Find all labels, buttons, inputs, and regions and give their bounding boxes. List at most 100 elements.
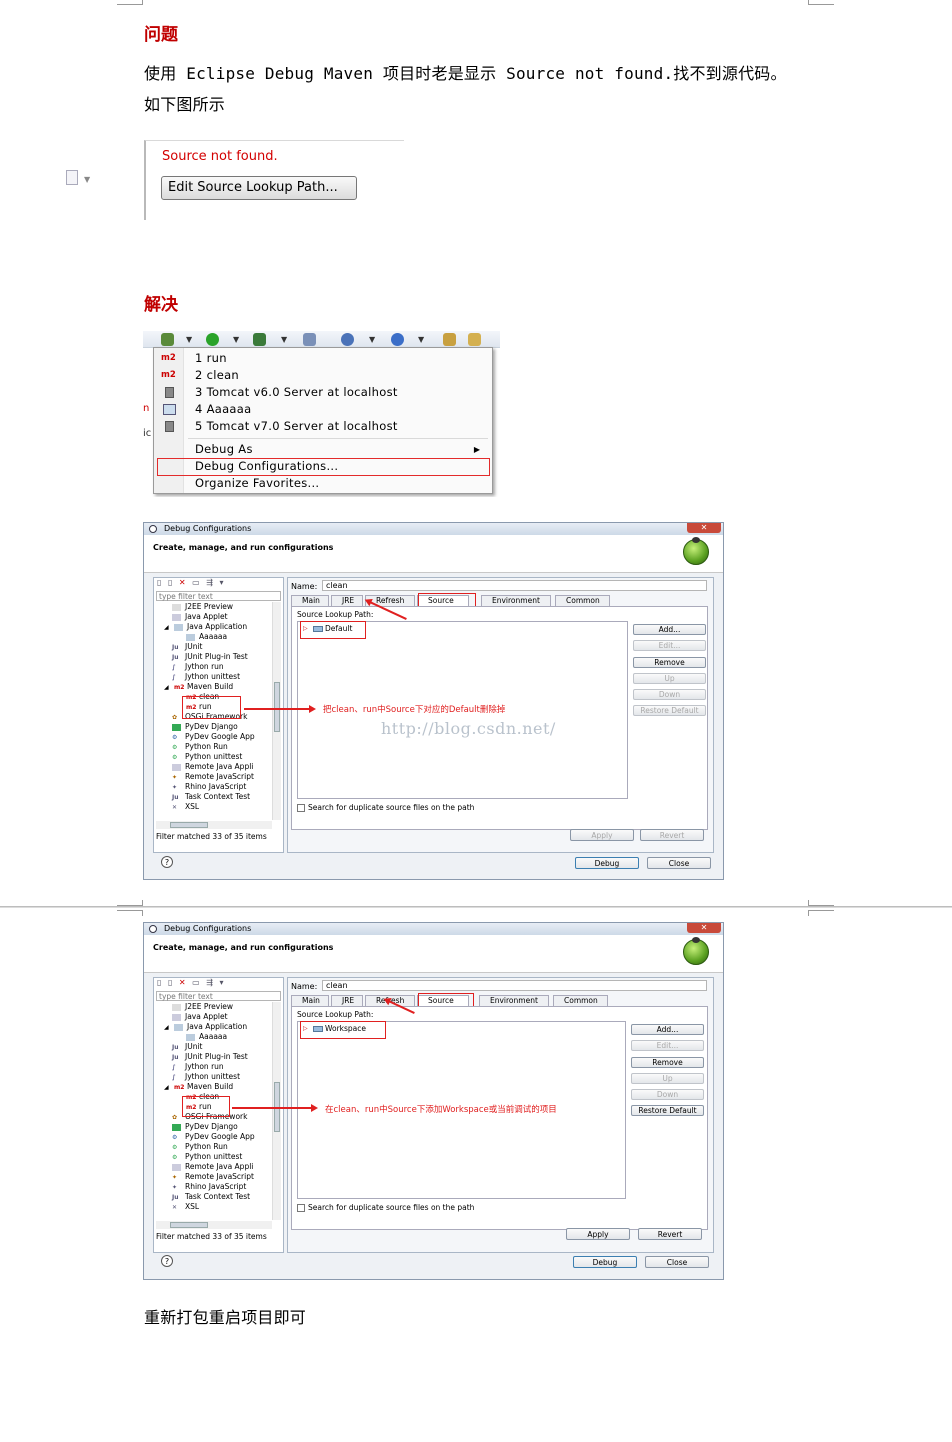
collapse-icon[interactable]: ▭ xyxy=(192,578,202,587)
debug-icon[interactable] xyxy=(161,333,174,346)
vertical-scrollbar[interactable] xyxy=(272,602,281,820)
tree-item[interactable]: ∫ Jython run xyxy=(172,1062,224,1072)
collapse-icon[interactable]: ▭ xyxy=(192,978,202,987)
chevron-down-icon[interactable]: ▼ xyxy=(233,335,239,344)
tree-item[interactable]: Java Applet xyxy=(172,612,228,622)
tree-item[interactable]: ◢ Java Application xyxy=(164,1022,247,1032)
edit-button[interactable]: Edit... xyxy=(633,640,706,651)
menu-item-aaaaaa[interactable]: 4 Aaaaaa xyxy=(154,401,490,418)
chevron-down-icon[interactable]: ▾ xyxy=(220,578,226,587)
close-button[interactable]: Close xyxy=(645,1256,709,1268)
close-icon[interactable]: ✕ xyxy=(687,523,721,533)
tree-item[interactable]: ✦ Rhino JavaScript xyxy=(172,782,246,792)
chevron-down-icon[interactable]: ▼ xyxy=(281,335,287,344)
document-icon[interactable] xyxy=(66,170,78,185)
help-icon[interactable]: ? xyxy=(161,856,173,868)
close-icon[interactable]: ✕ xyxy=(687,923,721,933)
tree-item[interactable]: ◢ m2 Maven Build xyxy=(164,1082,233,1092)
package-icon[interactable] xyxy=(303,333,316,346)
menu-item-tomcat6[interactable]: 3 Tomcat v6.0 Server at localhost xyxy=(154,384,490,401)
chevron-down-icon[interactable]: ▼ xyxy=(369,335,375,344)
down-button[interactable]: Down xyxy=(631,1089,704,1100)
remove-button[interactable]: Remove xyxy=(633,657,706,668)
tree-item[interactable]: ∫ Jython run xyxy=(172,662,224,672)
tree-item[interactable]: ◢ m2 Maven Build xyxy=(164,682,233,692)
filter-input[interactable]: type filter text xyxy=(156,591,281,601)
chevron-down-icon[interactable]: ▼ xyxy=(418,335,424,344)
tree-item[interactable]: J2EE Preview xyxy=(172,602,233,612)
tree-item[interactable]: Ju JUnit Plug-in Test xyxy=(172,1052,248,1062)
tree-item[interactable]: ⚙ Python unittest xyxy=(172,752,242,762)
restore-default-button[interactable]: Restore Default xyxy=(633,705,706,716)
tab-environment[interactable]: Environment xyxy=(479,995,549,1006)
tree-item[interactable]: Ju Task Context Test xyxy=(172,792,250,802)
tree-item[interactable]: ∫ Jython unittest xyxy=(172,1072,240,1082)
menu-item-clean[interactable]: m2 2 clean xyxy=(154,367,490,384)
tree-item[interactable]: PyDev Django xyxy=(172,1122,238,1132)
tab-common[interactable]: Common xyxy=(553,995,608,1006)
open-folder-icon[interactable] xyxy=(443,333,456,346)
apply-button[interactable]: Apply xyxy=(570,829,634,841)
new-icon[interactable] xyxy=(341,333,354,346)
add-button[interactable]: Add... xyxy=(633,624,706,635)
restore-default-button[interactable]: Restore Default xyxy=(631,1105,704,1116)
revert-button[interactable]: Revert xyxy=(638,1228,702,1240)
add-button[interactable]: Add... xyxy=(631,1024,704,1035)
class-icon[interactable] xyxy=(391,333,404,346)
tree-item[interactable]: Ju JUnit xyxy=(172,642,202,652)
horizontal-scrollbar[interactable] xyxy=(156,821,272,829)
up-button[interactable]: Up xyxy=(631,1073,704,1084)
filter-icon[interactable]: ⇶ xyxy=(206,578,215,587)
delete-icon[interactable]: ✕ xyxy=(179,578,188,587)
tree-item[interactable]: ✦ Remote JavaScript xyxy=(172,772,254,782)
close-button[interactable]: Close xyxy=(647,857,711,869)
tree-item[interactable]: ⚙ Python Run xyxy=(172,742,228,752)
filter-input[interactable]: type filter text xyxy=(156,991,281,1001)
duplicate-icon[interactable]: ▯ xyxy=(168,578,174,587)
chevron-down-icon[interactable]: ▾ xyxy=(220,978,226,987)
dropdown-arrow-icon[interactable]: ▼ xyxy=(84,175,90,184)
tree-item[interactable]: Ju JUnit Plug-in Test xyxy=(172,652,248,662)
tree-item[interactable]: Ju JUnit xyxy=(172,1042,202,1052)
tree-item[interactable]: Java Applet xyxy=(172,1012,228,1022)
tab-jre[interactable]: JRE xyxy=(331,595,363,606)
menu-item-tomcat7[interactable]: 5 Tomcat v7.0 Server at localhost xyxy=(154,418,490,435)
vertical-scrollbar[interactable] xyxy=(272,1002,281,1220)
down-button[interactable]: Down xyxy=(633,689,706,700)
tree-item[interactable]: ✕ XSL xyxy=(172,1202,199,1212)
name-input[interactable]: clean xyxy=(322,980,707,991)
tab-main[interactable]: Main xyxy=(291,595,329,606)
tab-main[interactable]: Main xyxy=(291,995,329,1006)
run-icon[interactable] xyxy=(206,333,219,346)
menu-item-organize-favorites[interactable]: Organize Favorites... xyxy=(154,475,490,492)
tab-environment[interactable]: Environment xyxy=(481,595,551,606)
delete-icon[interactable]: ✕ xyxy=(179,978,188,987)
tree-item[interactable]: ⚙ PyDev Google App xyxy=(172,732,255,742)
tree-item[interactable]: Aaaaaa xyxy=(186,1032,227,1042)
tree-item[interactable]: ✦ Rhino JavaScript xyxy=(172,1182,246,1192)
remove-button[interactable]: Remove xyxy=(631,1057,704,1068)
filter-icon[interactable]: ⇶ xyxy=(206,978,215,987)
debug-button[interactable]: Debug xyxy=(573,1256,637,1268)
tree-item[interactable]: ⚙ PyDev Google App xyxy=(172,1132,255,1142)
folder-icon[interactable] xyxy=(468,333,481,346)
edit-source-lookup-button[interactable]: Edit Source Lookup Path... xyxy=(161,176,357,200)
new-config-icon[interactable]: ▯ xyxy=(157,578,163,587)
tab-common[interactable]: Common xyxy=(555,595,610,606)
tree-item[interactable]: ⚙ Python Run xyxy=(172,1142,228,1152)
tab-jre[interactable]: JRE xyxy=(331,995,363,1006)
tree-item[interactable]: ◢ Java Application xyxy=(164,622,247,632)
run-external-icon[interactable] xyxy=(253,333,266,346)
tree-item[interactable]: Remote Java Appli xyxy=(172,762,253,772)
apply-button[interactable]: Apply xyxy=(566,1228,630,1240)
menu-item-run[interactable]: m2 1 run xyxy=(154,350,490,367)
tree-item[interactable]: Remote Java Appli xyxy=(172,1162,253,1172)
tree-item[interactable]: ✕ XSL xyxy=(172,802,199,812)
horizontal-scrollbar[interactable] xyxy=(156,1221,272,1229)
search-duplicates-checkbox[interactable]: Search for duplicate source files on the… xyxy=(297,1203,474,1212)
search-duplicates-checkbox[interactable]: Search for duplicate source files on the… xyxy=(297,803,474,812)
tree-item[interactable]: Ju Task Context Test xyxy=(172,1192,250,1202)
new-config-icon[interactable]: ▯ xyxy=(157,978,163,987)
tree-item[interactable]: ✦ Remote JavaScript xyxy=(172,1172,254,1182)
help-icon[interactable]: ? xyxy=(161,1255,173,1267)
